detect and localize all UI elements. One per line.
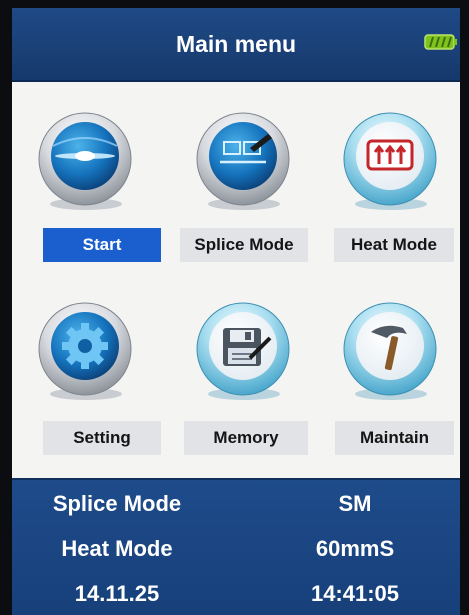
splice-mode-label: Splice Mode xyxy=(52,491,182,516)
splice-mode-button-label[interactable]: Splice Mode xyxy=(180,228,308,262)
device-screen: Main menu Start Splice Mode Heat Mode Se… xyxy=(12,8,460,615)
hammer-icon[interactable] xyxy=(341,298,439,402)
maintain-button-label[interactable]: Maintain xyxy=(335,421,454,455)
fiber-splice-icon[interactable] xyxy=(36,108,134,212)
heat-mode-label: Heat Mode xyxy=(61,536,173,561)
memory-button-label[interactable]: Memory xyxy=(184,421,308,455)
start-button-label[interactable]: Start xyxy=(43,228,161,262)
datetime-row: 14.11.25 14:41:05 xyxy=(12,574,460,614)
setting-button-label[interactable]: Setting xyxy=(43,421,161,455)
time-text: 14:41:05 xyxy=(310,581,400,606)
gear-icon[interactable] xyxy=(36,298,134,402)
heat-mode-button-label[interactable]: Heat Mode xyxy=(334,228,454,262)
splice-mode-icon[interactable] xyxy=(194,108,292,212)
heat-mode-row: Heat Mode 60mmS xyxy=(12,529,460,569)
splice-mode-value: SM xyxy=(338,491,372,516)
heater-icon[interactable] xyxy=(341,108,439,212)
status-panel: Splice Mode SM Heat Mode 60mmS 14.11.25 … xyxy=(12,478,460,615)
page-title: Main menu xyxy=(175,31,297,57)
splice-mode-row: Splice Mode SM xyxy=(12,484,460,524)
battery-full-icon xyxy=(424,34,457,50)
date-text: 14.11.25 xyxy=(74,581,160,606)
header-bar: Main menu xyxy=(12,8,460,82)
heat-mode-value: 60mmS xyxy=(315,536,395,561)
floppy-disk-icon[interactable] xyxy=(194,298,292,402)
